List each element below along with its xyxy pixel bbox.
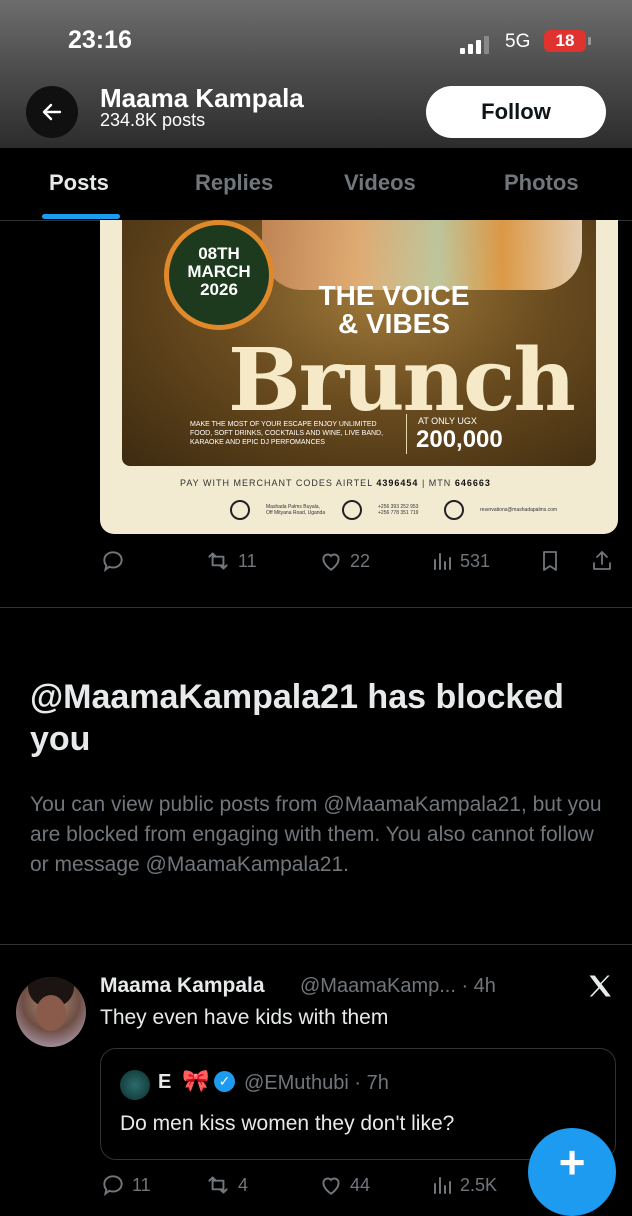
- flyer-date-day: 08TH: [198, 244, 240, 263]
- blocked-title: @MaamaKampala21 has blocked you: [30, 678, 564, 758]
- like-count: 44: [350, 1174, 371, 1195]
- heart-icon: [322, 1177, 340, 1195]
- tweet-text: They even have kids with them: [100, 1006, 389, 1029]
- plus-icon: +: [558, 1136, 586, 1188]
- retweet-count: 11: [238, 550, 257, 571]
- arrow-left-icon: [42, 103, 62, 121]
- flyer-pay-text: PAY WITH MERCHANT CODES AIRTEL: [180, 478, 373, 488]
- flyer-date-badge: 08TH MARCH 2026: [164, 220, 274, 330]
- flyer-date-year: 2026: [200, 280, 238, 299]
- flyer-price-prefix: AT ONLY UGX: [418, 416, 477, 426]
- views-button[interactable]: 531: [430, 548, 490, 574]
- reply-count: 11: [132, 1174, 151, 1195]
- status-time: 23:16: [68, 26, 132, 54]
- share-button[interactable]: [590, 548, 614, 574]
- reply-icon: [103, 551, 123, 573]
- tab-replies[interactable]: Replies: [195, 170, 273, 196]
- blocked-description: You can view public posts from @MaamaKam…: [30, 793, 602, 876]
- flyer-mtn-code: 646663: [454, 478, 491, 488]
- tweet-handle-time: @MaamaKamp... · 4h: [300, 975, 496, 997]
- network-type: 5G: [505, 31, 531, 52]
- like-button[interactable]: 22: [318, 548, 370, 574]
- flyer-phone: +256 393 252 953 +256 778 351 719: [378, 504, 419, 516]
- battery-icon: 18: [544, 30, 586, 52]
- mail-icon: [444, 500, 464, 520]
- avatar[interactable]: [16, 977, 86, 1047]
- reply-icon: [103, 1175, 123, 1197]
- post-actions: 11 22 531: [100, 548, 620, 582]
- divider: [0, 607, 632, 608]
- quoted-tweet-text: Do men kiss women they don't like?: [120, 1112, 455, 1135]
- flyer-description: MAKE THE MOST OF YOUR ESCAPE ENJOY UNLIM…: [190, 421, 384, 446]
- flyer-date-month: MARCH: [187, 262, 251, 281]
- flyer-pay-line: PAY WITH MERCHANT CODES AIRTEL 4396454 |…: [180, 478, 491, 488]
- ribbon-emoji: 🎀: [182, 1068, 210, 1093]
- flyer-brunch-text: Brunch: [228, 330, 576, 431]
- tab-videos[interactable]: Videos: [344, 170, 416, 196]
- heart-icon: [322, 553, 340, 571]
- bookmark-icon: [543, 551, 557, 571]
- views-icon: [434, 553, 451, 570]
- profile-post-count: 234.8K posts: [100, 110, 206, 130]
- flyer-price-divider: [406, 414, 407, 454]
- tweet-author-name[interactable]: Maama Kampala: [100, 974, 265, 998]
- verified-badge-icon: ✓: [214, 1071, 235, 1092]
- back-button[interactable]: [26, 86, 78, 138]
- x-logo-icon[interactable]: [586, 972, 614, 1005]
- views-icon: [434, 1177, 451, 1194]
- retweet-count: 4: [238, 1174, 249, 1195]
- post-image[interactable]: 08TH MARCH 2026 THE VOICE & VIBES Brunch…: [100, 220, 618, 534]
- views-button[interactable]: 2.5K: [430, 1172, 497, 1198]
- quoted-avatar: [120, 1070, 150, 1100]
- flyer-airtel-code: 4396454: [376, 478, 419, 488]
- quoted-handle-time: @EMuthubi · 7h: [244, 1072, 389, 1094]
- reply-button[interactable]: [100, 548, 126, 574]
- flyer-email: reservations@mashadapalms.com: [480, 507, 558, 513]
- flyer-contacts: Mashada Palms Buyala, Off Mityana Road, …: [230, 500, 570, 520]
- views-count: 531: [460, 550, 491, 571]
- profile-tabs: Posts Replies Videos Photos: [0, 148, 632, 221]
- views-count: 2.5K: [460, 1174, 498, 1195]
- share-icon: [593, 551, 611, 570]
- flyer-panel: 08TH MARCH 2026 THE VOICE & VIBES Brunch…: [122, 220, 596, 466]
- active-tab-indicator: [42, 214, 120, 219]
- like-count: 22: [350, 550, 371, 571]
- battery-tip: [588, 37, 591, 45]
- location-pin-icon: [230, 500, 250, 520]
- signal-icon: [460, 36, 489, 54]
- like-button[interactable]: 44: [318, 1172, 370, 1198]
- avatar-face: [36, 995, 66, 1031]
- tab-posts[interactable]: Posts: [49, 170, 109, 196]
- follow-button[interactable]: Follow: [426, 86, 606, 138]
- flyer-mtn-label: | MTN: [421, 478, 452, 488]
- tab-photos[interactable]: Photos: [504, 170, 579, 196]
- reply-button[interactable]: 11: [100, 1172, 151, 1198]
- retweet-button[interactable]: 11: [204, 548, 257, 574]
- divider: [0, 944, 632, 945]
- compose-button[interactable]: +: [528, 1128, 616, 1216]
- flyer-title-line1: THE VOICE: [318, 280, 470, 311]
- flyer-location: Mashada Palms Buyala, Off Mityana Road, …: [266, 504, 326, 516]
- phone-icon: [342, 500, 362, 520]
- flyer-price: 200,000: [416, 426, 503, 453]
- quoted-author-name: E: [158, 1071, 172, 1093]
- bookmark-button[interactable]: [538, 548, 562, 574]
- retweet-button[interactable]: 4: [204, 1172, 248, 1198]
- retweet-icon: [208, 1176, 228, 1194]
- retweet-icon: [208, 552, 228, 570]
